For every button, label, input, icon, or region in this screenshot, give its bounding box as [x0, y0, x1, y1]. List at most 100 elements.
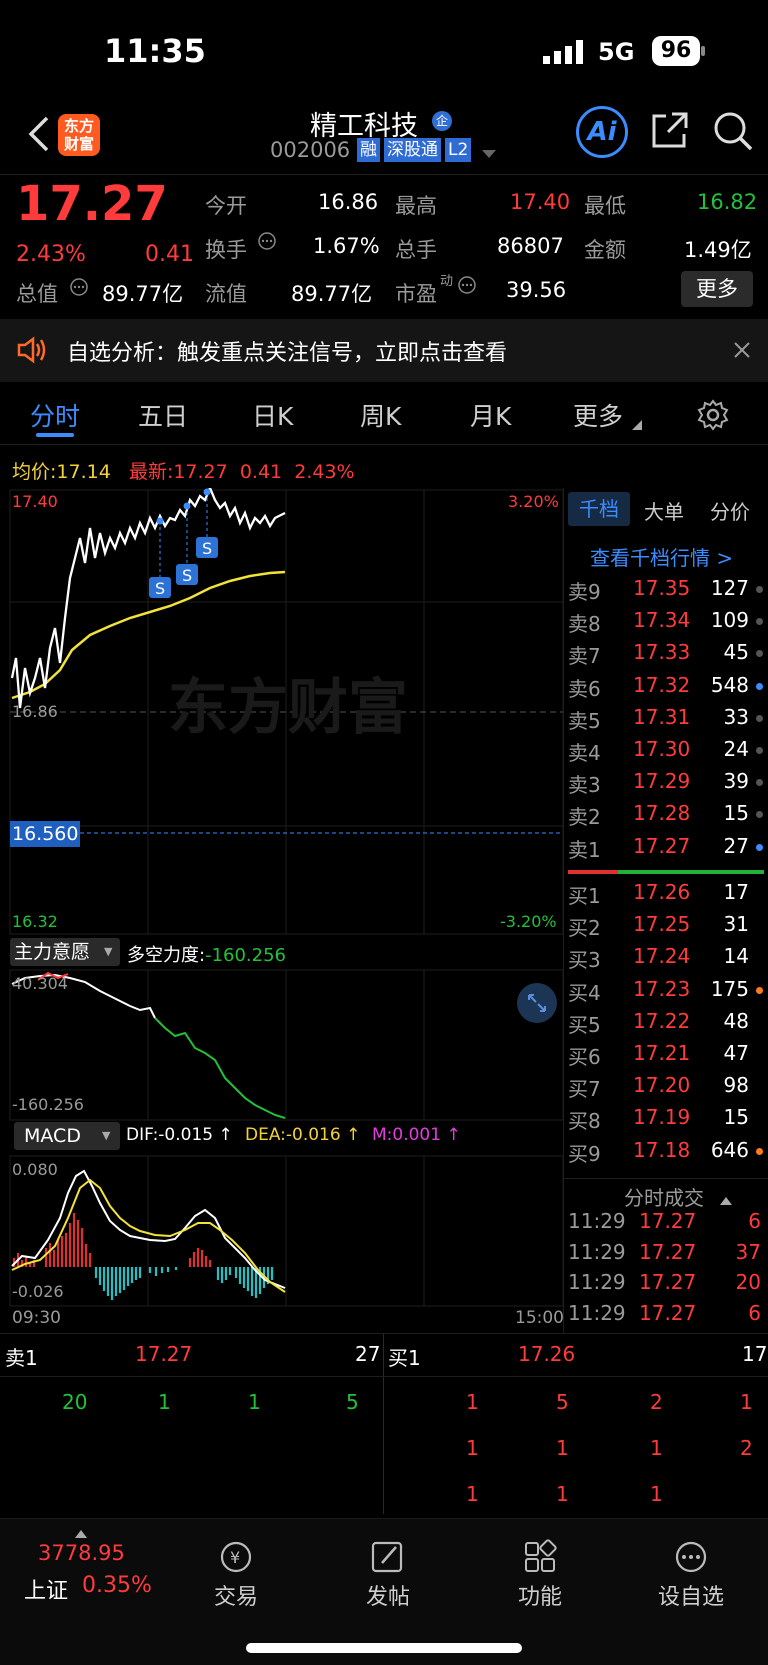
bids-row[interactable]: 买2 17.25 31: [565, 912, 765, 944]
alert-banner[interactable]: 自选分析：触发重点关注信号，立即点击查看: [0, 319, 768, 382]
caret-icon: [632, 415, 642, 434]
bids-row[interactable]: 买7 17.20 98: [565, 1073, 765, 1105]
nav-trade[interactable]: ¥ 交易: [186, 1539, 286, 1611]
signal-marker[interactable]: S: [176, 564, 198, 585]
bids-row[interactable]: 买5 17.22 48: [565, 1009, 765, 1041]
bids-volume: 646: [710, 1137, 749, 1162]
bids-dot: [756, 1051, 763, 1058]
asks-row[interactable]: 卖9 17.35 127: [565, 576, 765, 608]
latest-label: 最新:: [128, 461, 174, 483]
tag-margin: 融: [357, 138, 380, 162]
share-icon: [652, 112, 688, 148]
trade-row: 11:29 17.27 6: [565, 1209, 765, 1241]
stat-label: 总手: [395, 238, 437, 262]
asks-volume: 15: [723, 801, 749, 826]
more-button[interactable]: 更多: [681, 271, 753, 307]
ai-button[interactable]: Ai: [576, 106, 628, 158]
queue-divider: [383, 1334, 384, 1514]
queue-buy-order: 1: [556, 1436, 569, 1460]
asks-level: 卖8: [568, 612, 601, 637]
bottom-nav: 3778.95 上证 0.35% ¥ 交易 发帖 功能 设自选: [0, 1518, 768, 1665]
close-icon[interactable]: [734, 342, 750, 362]
trade-icon: ¥: [220, 1541, 252, 1573]
bids-row[interactable]: 买9 17.18 646: [565, 1138, 765, 1170]
queue-sell-order: 20: [62, 1390, 88, 1414]
asks-dot: [756, 650, 763, 658]
asks-row[interactable]: 卖8 17.34 109: [565, 608, 765, 640]
back-button[interactable]: [20, 114, 56, 154]
nav-post[interactable]: 发帖: [338, 1539, 438, 1611]
stat-value: 16.86: [318, 190, 379, 214]
settings-button[interactable]: [697, 399, 729, 435]
trade-time: 11:29: [568, 1209, 626, 1233]
tab-daily[interactable]: 日K: [252, 397, 293, 433]
asks-row[interactable]: 卖1 17.27 27: [565, 834, 765, 866]
bids-row[interactable]: 买4 17.23 175: [565, 977, 765, 1009]
trades-title[interactable]: 分时成交: [624, 1182, 704, 1211]
nav-post-label: 发帖: [365, 1585, 410, 1610]
bids-dot: [756, 1147, 763, 1155]
stat-label: 金额: [584, 238, 626, 262]
force-indicator-select[interactable]: 主力意愿 ▼: [10, 938, 120, 966]
tab-5day[interactable]: 五日: [138, 397, 188, 433]
trade-price: 17.27: [639, 1270, 697, 1294]
bids-dot: [756, 1115, 763, 1122]
signal-marker[interactable]: S: [149, 577, 171, 598]
caret-up-icon: [720, 1190, 732, 1209]
nav-functions[interactable]: 功能: [490, 1539, 590, 1611]
chart-area[interactable]: 东方财富 S S S: [0, 488, 565, 1328]
index-ticker[interactable]: 3778.95 上证 0.35%: [0, 1535, 160, 1615]
bids-level: 买1: [568, 884, 601, 908]
bids-price: 17.24: [633, 944, 691, 969]
search-button[interactable]: [712, 110, 754, 156]
bids-row[interactable]: 买1 17.26 17: [565, 880, 765, 912]
bids-dot: [756, 1083, 763, 1090]
trade-price: 17.27: [639, 1239, 697, 1264]
queue-buy-order: 2: [740, 1436, 753, 1460]
signal-marker[interactable]: S: [196, 537, 218, 558]
info-icon[interactable]: [258, 232, 276, 254]
trade-time: 11:29: [568, 1239, 626, 1264]
asks-dot: [756, 618, 763, 626]
queue-buy-order: 2: [650, 1390, 663, 1414]
latest-value: 17.27: [173, 461, 228, 483]
expand-button[interactable]: [517, 983, 557, 1023]
trade-volume: 6: [748, 1209, 761, 1233]
tab-more[interactable]: 更多: [573, 397, 623, 433]
tab-intraday[interactable]: 分时: [30, 397, 80, 433]
status-time: 11:35: [104, 32, 206, 70]
tab-monthly[interactable]: 月K: [470, 397, 511, 433]
tab-weekly[interactable]: 周K: [360, 397, 401, 433]
tab-price-distribution[interactable]: 分价: [710, 496, 750, 525]
asks-row[interactable]: 卖4 17.30 24: [565, 737, 765, 769]
gear-icon: [697, 399, 729, 431]
asks-row[interactable]: 卖2 17.28 15: [565, 801, 765, 833]
expand-icon: [528, 994, 546, 1012]
trade-price: 17.27: [639, 1209, 697, 1233]
share-button[interactable]: [650, 110, 690, 154]
chart-tabs: 分时 五日 日K 周K 月K 更多: [0, 385, 768, 445]
asks-volume: 45: [723, 640, 749, 665]
bids-row[interactable]: 买3 17.24 14: [565, 944, 765, 976]
tab-thousand-level[interactable]: 千档: [568, 492, 630, 526]
asks-dot: [756, 747, 763, 754]
caret-down-icon: ▼: [102, 1129, 111, 1142]
nav-add-watchlist[interactable]: 设自选: [641, 1539, 741, 1611]
asks-row[interactable]: 卖3 17.29 39: [565, 769, 765, 801]
view-depth-link[interactable]: 查看千档行情 >: [590, 542, 733, 571]
macd-indicator-select[interactable]: MACD ▼: [14, 1122, 120, 1150]
queue-sell-order: 5: [346, 1390, 359, 1414]
asks-row[interactable]: 卖5 17.31 33: [565, 705, 765, 737]
bids-row[interactable]: 买8 17.19 15: [565, 1105, 765, 1137]
info-icon[interactable]: [70, 278, 88, 300]
caret-down-icon[interactable]: [482, 145, 496, 164]
bids-row[interactable]: 买6 17.21 47: [565, 1041, 765, 1073]
info-icon[interactable]: [458, 276, 476, 298]
asks-price: 17.32: [633, 672, 691, 697]
asks-dot: [756, 682, 763, 690]
bids-level: 买7: [568, 1077, 601, 1102]
trade-time: 11:29: [568, 1270, 626, 1294]
asks-row[interactable]: 卖7 17.33 45: [565, 640, 765, 672]
asks-row[interactable]: 卖6 17.32 548: [565, 673, 765, 705]
tab-big-orders[interactable]: 大单: [644, 496, 684, 525]
